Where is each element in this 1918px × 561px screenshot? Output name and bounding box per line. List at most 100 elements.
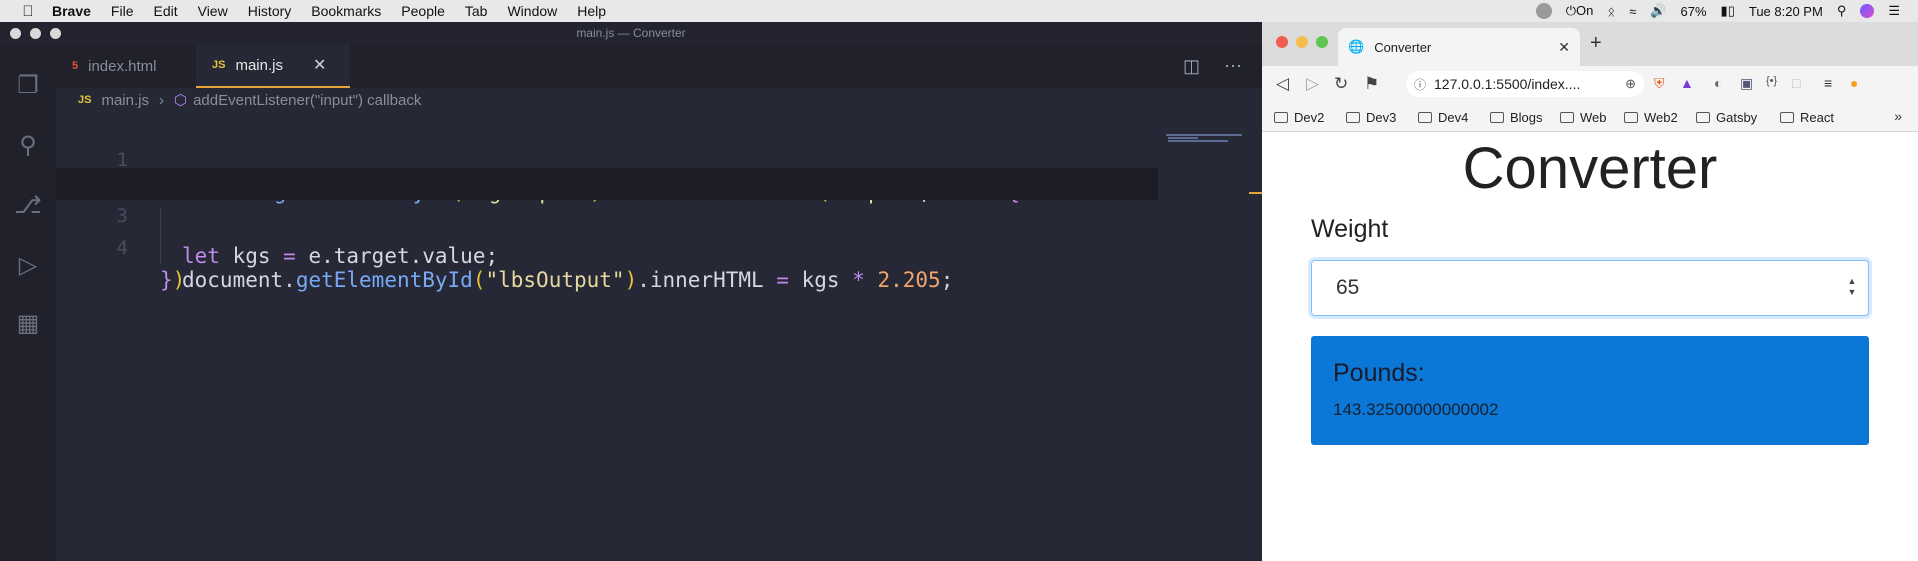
record-icon[interactable]	[1535, 3, 1552, 19]
explorer-icon[interactable]: ❐	[12, 70, 44, 102]
web-page: Converter Weight ▲ ▼ Pounds: 143.3250000…	[1262, 133, 1918, 561]
menu-edit[interactable]: Edit	[153, 3, 177, 19]
scrollbar-marker	[1249, 192, 1262, 194]
extension-icon[interactable]: ▣	[1740, 75, 1753, 92]
window-close-button[interactable]	[1276, 36, 1288, 48]
weight-label: Weight	[1311, 215, 1389, 243]
url-text[interactable]: 127.0.0.1:5500/index....	[1434, 76, 1580, 92]
more-actions-icon[interactable]: ⋯	[1224, 56, 1242, 77]
wifi-icon[interactable]: ≈	[1629, 4, 1636, 19]
spin-down-icon[interactable]: ▼	[1846, 287, 1858, 298]
bookmark-label: Dev4	[1438, 110, 1469, 125]
line-4-code: })	[160, 264, 185, 296]
apple-menu-icon[interactable]: 	[18, 3, 38, 20]
brave-shields-icon[interactable]: ⛨	[1654, 75, 1665, 92]
split-editor-icon[interactable]: ◫	[1183, 56, 1200, 77]
token: =	[776, 268, 789, 292]
media-icon[interactable]: ≡	[1824, 75, 1832, 91]
extensions-icon[interactable]: ▦	[12, 308, 44, 340]
reload-icon[interactable]: ↻	[1334, 74, 1348, 94]
weight-input[interactable]	[1311, 260, 1869, 316]
number-spinner[interactable]: ▲ ▼	[1846, 276, 1858, 300]
siri-icon[interactable]	[1860, 4, 1875, 18]
spotlight-search-icon[interactable]: ⚲	[1837, 3, 1847, 19]
tab-index-html[interactable]: 5 index.html	[56, 44, 196, 88]
token: )	[172, 268, 186, 292]
bookmark-folder[interactable]: Web	[1560, 110, 1607, 125]
battery-percent[interactable]: 67%	[1681, 4, 1707, 19]
token: }	[160, 268, 173, 292]
page-title: Converter	[1462, 136, 1718, 201]
chevron-right-icon[interactable]: »	[1894, 108, 1902, 124]
browser-window: 🌐 Converter ✕ + ◁ ▷ ↻ ⚑ ⓘ 127.0.0.1:5500…	[1262, 22, 1918, 561]
code-line-1[interactable]: 1 document.getElementById("kgsInput").ad…	[56, 112, 1156, 204]
notification-center-icon[interactable]: ☰	[1888, 3, 1900, 19]
volume-icon[interactable]: 🔊	[1650, 3, 1666, 19]
source-control-icon[interactable]: ⎇	[12, 190, 44, 222]
browser-tab-converter[interactable]: 🌐 Converter ✕	[1338, 28, 1580, 66]
code-line-4[interactable]: 4 })	[56, 200, 1156, 292]
back-icon[interactable]: ◁	[1276, 74, 1289, 94]
battery-icon[interactable]: ▮▯	[1721, 3, 1735, 19]
code-line-3[interactable]: 3 document.getElementById("lbsOutput").i…	[56, 168, 1158, 292]
menu-bookmarks[interactable]: Bookmarks	[311, 3, 381, 19]
tab-label: index.html	[88, 57, 157, 75]
bookmark-folder[interactable]: Dev4	[1418, 110, 1468, 125]
minimap-line	[1166, 134, 1242, 136]
status-area: ⏻On ᛟ ≈ 🔊 67% ▮▯ Tue 8:20 PM ⚲ ☰	[1535, 0, 1900, 22]
spin-up-icon[interactable]: ▲	[1846, 276, 1858, 287]
menu-people[interactable]: People	[401, 3, 445, 19]
brave-rewards-icon[interactable]: ▲	[1680, 75, 1694, 91]
close-icon[interactable]: ✕	[313, 55, 326, 75]
menu-file[interactable]: File	[111, 3, 134, 19]
browser-tab-strip: 🌐 Converter ✕ +	[1262, 22, 1918, 66]
breadcrumb-symbol[interactable]: addEventListener("input") callback	[193, 92, 421, 109]
window-zoom-button[interactable]	[50, 28, 61, 39]
menu-view[interactable]: View	[198, 3, 228, 19]
bookmark-label: React	[1800, 110, 1834, 125]
vscode-titlebar: main.js — Converter	[0, 22, 1262, 44]
vpn-status[interactable]: ⏻On	[1566, 3, 1594, 19]
bookmark-folder[interactable]: Web2	[1624, 110, 1678, 125]
menu-help[interactable]: Help	[577, 3, 606, 19]
search-icon[interactable]: ⚲	[12, 130, 44, 162]
menu-history[interactable]: History	[248, 3, 292, 19]
bookmark-folder[interactable]: React	[1780, 110, 1834, 125]
menu-tab[interactable]: Tab	[465, 3, 488, 19]
run-debug-icon[interactable]: ▷	[12, 250, 44, 282]
token: )	[624, 268, 638, 292]
token: (	[472, 268, 486, 292]
code-editor[interactable]: 1 document.getElementById("kgsInput").ad…	[56, 112, 1262, 561]
menu-app-name[interactable]: Brave	[52, 3, 91, 19]
profile-icon[interactable]: ●	[1850, 75, 1858, 91]
window-close-button[interactable]	[10, 28, 21, 39]
bookmark-folder[interactable]: Dev2	[1274, 110, 1324, 125]
bookmark-folder[interactable]: Gatsby	[1696, 110, 1757, 125]
menu-window[interactable]: Window	[507, 3, 557, 19]
forward-icon[interactable]: ▷	[1306, 74, 1319, 94]
address-bar[interactable]: ⓘ 127.0.0.1:5500/index.... ⊕	[1406, 71, 1644, 97]
bookmark-icon[interactable]: ⚑	[1364, 74, 1379, 94]
minimap[interactable]	[1166, 134, 1246, 142]
breadcrumb-file[interactable]: main.js	[101, 92, 149, 109]
window-minimize-button[interactable]	[30, 28, 41, 39]
window-minimize-button[interactable]	[1296, 36, 1308, 48]
bookmark-folder[interactable]: Dev3	[1346, 110, 1396, 125]
close-icon[interactable]: ✕	[1558, 39, 1570, 56]
minimap-line	[1168, 137, 1198, 139]
folder-icon	[1346, 112, 1360, 123]
extension-icon[interactable]: □	[1792, 75, 1800, 91]
bookmark-folder[interactable]: Blogs	[1490, 110, 1543, 125]
zoom-icon[interactable]: ⊕	[1625, 76, 1636, 92]
tab-main-js[interactable]: JS main.js ✕	[196, 44, 350, 88]
new-tab-button[interactable]: +	[1590, 32, 1602, 55]
menu-bar:  Brave File Edit View History Bookmarks…	[0, 0, 1918, 22]
bluetooth-icon[interactable]: ᛟ	[1607, 4, 1615, 19]
extension-icon[interactable]: {•}	[1766, 75, 1777, 87]
clock[interactable]: Tue 8:20 PM	[1749, 4, 1823, 19]
window-zoom-button[interactable]	[1316, 36, 1328, 48]
indent-guide	[160, 232, 180, 264]
line-3-code: document.getElementById("lbsOutput").inn…	[182, 264, 953, 296]
extension-icon[interactable]: ◐	[1714, 75, 1722, 91]
info-icon[interactable]: ⓘ	[1414, 76, 1426, 93]
